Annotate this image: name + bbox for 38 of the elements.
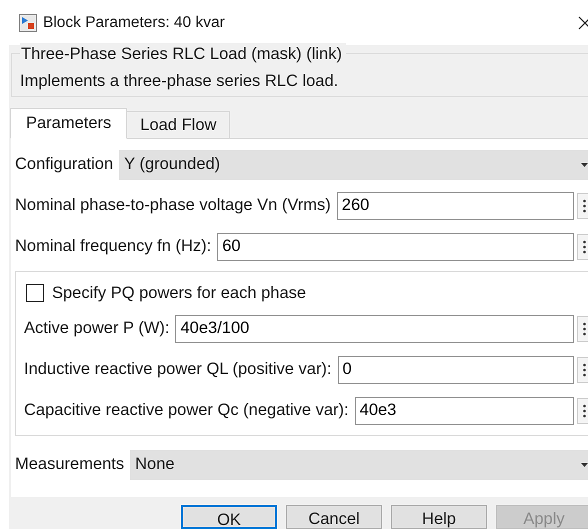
more-button[interactable] [577, 316, 588, 342]
more-button[interactable] [577, 356, 588, 382]
dialog-button[interactable]: Cancel [286, 505, 382, 529]
block-icon [19, 14, 37, 32]
field-label: Inductive reactive power QL (positive var): [24, 360, 332, 379]
more-button[interactable] [577, 398, 588, 424]
more-icon [582, 322, 586, 336]
more-button[interactable] [577, 192, 588, 218]
dialog-button[interactable]: OK [181, 505, 277, 529]
field-label: Nominal phase-to-phase voltage Vn (Vrms) [15, 196, 331, 215]
tab[interactable]: Parameters [10, 108, 128, 139]
block-title: Three-Phase Series RLC Load (mask) (link) [20, 43, 346, 65]
input-field[interactable]: 260 [336, 192, 574, 220]
caret-icon [581, 162, 588, 166]
more-button[interactable] [577, 234, 588, 260]
dialog-button[interactable]: Help [391, 505, 487, 529]
checkbox-label: Specify PQ powers for each phase [52, 284, 306, 302]
field-label: Nominal frequency fn (Hz): [15, 237, 212, 256]
input-field[interactable]: 60 [217, 232, 574, 260]
caret-icon [581, 462, 588, 466]
dropdown[interactable]: Y (grounded) [119, 150, 588, 180]
field-label: Measurements [15, 455, 124, 474]
checkbox[interactable] [26, 284, 44, 302]
input-field[interactable]: 40e3/100 [175, 314, 574, 342]
field-label: Capacitive reactive power Qc (negative var): [24, 401, 349, 420]
field-label: Active power P (W): [24, 319, 170, 338]
close-icon[interactable] [578, 16, 588, 30]
block-description: Implements a three-phase series RLC load. [20, 71, 340, 92]
input-field[interactable]: 0 [338, 356, 574, 384]
more-icon [582, 240, 586, 254]
tab[interactable]: Load Flow [126, 111, 230, 139]
window-title: Block Parameters: 40 kvar [43, 14, 226, 32]
input-field[interactable]: 40e3 [354, 396, 574, 424]
more-icon [582, 404, 586, 418]
field-label: Configuration [15, 155, 114, 174]
dropdown[interactable]: None [130, 450, 588, 480]
more-icon [582, 198, 586, 212]
more-icon [582, 362, 586, 376]
